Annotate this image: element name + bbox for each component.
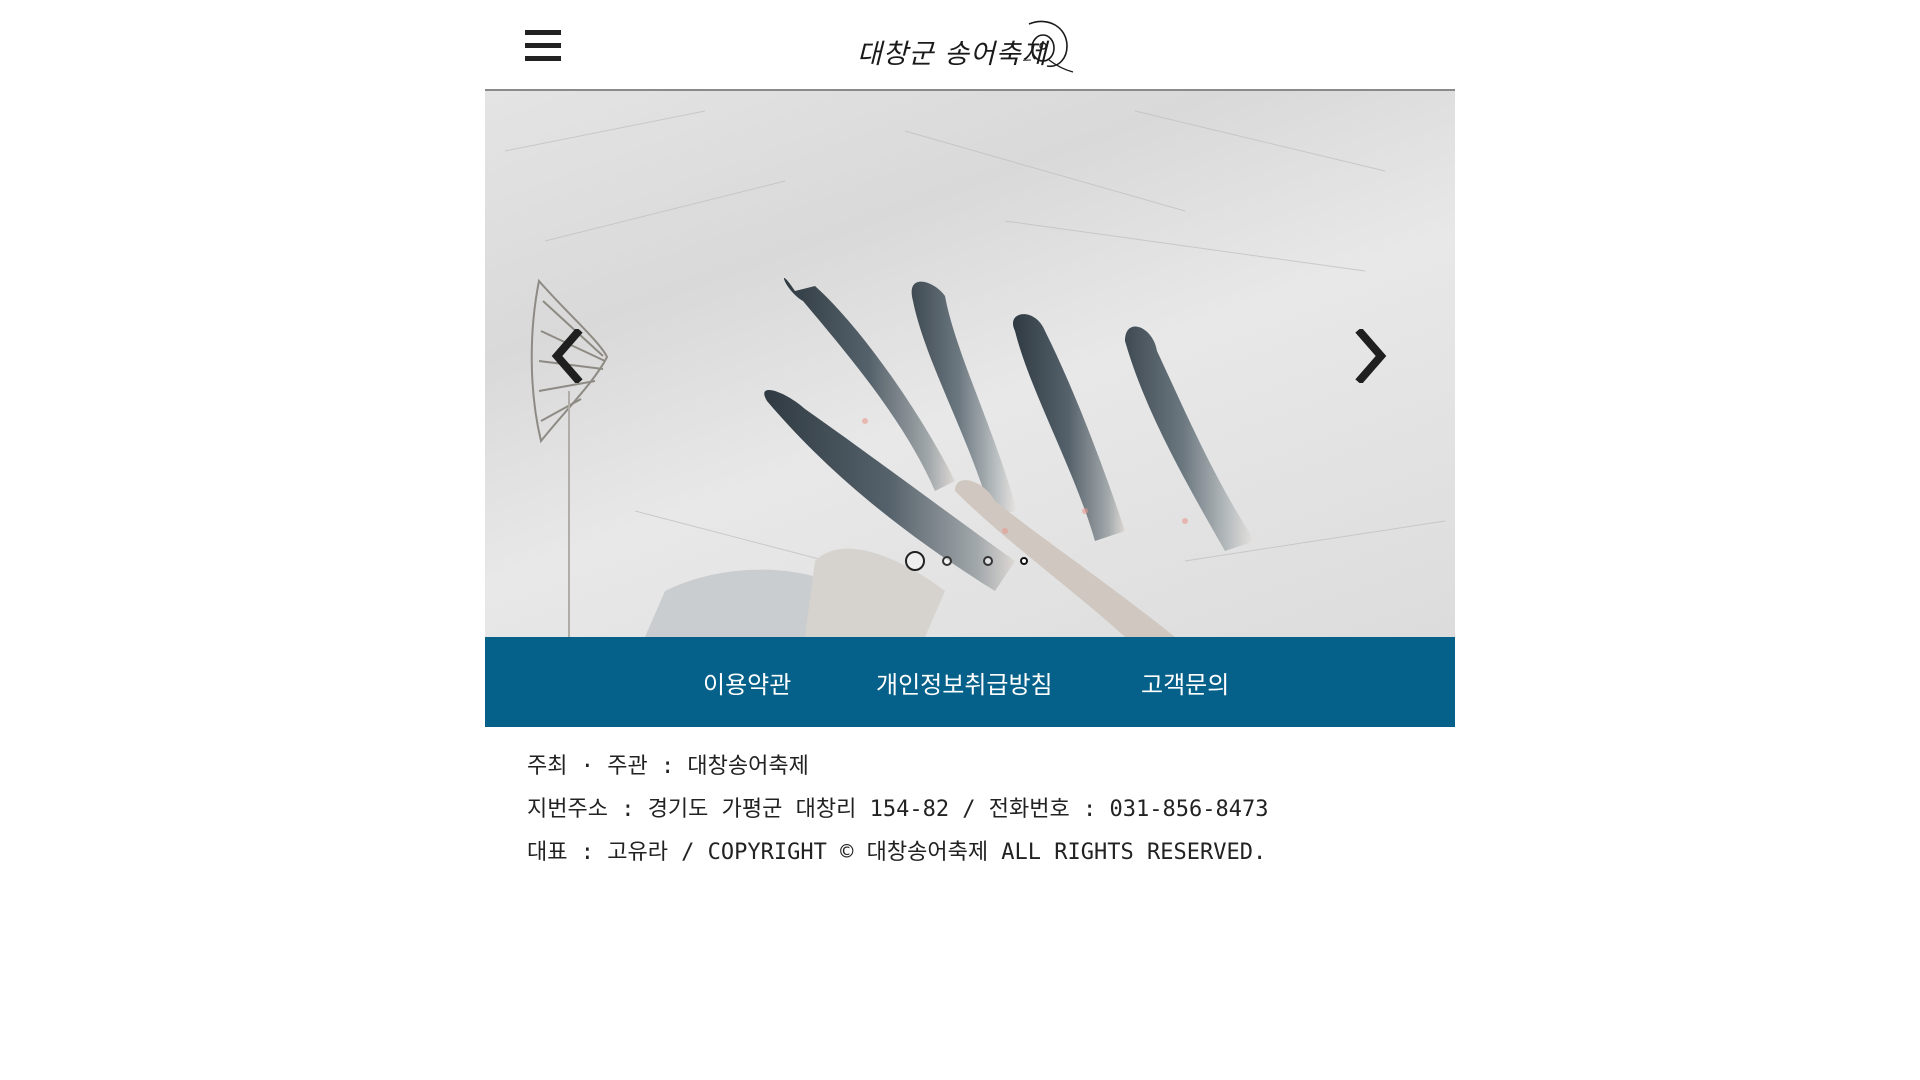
organizer-line: 주최 · 주관 : 대창송어축제 xyxy=(527,754,809,779)
slider-dot-2[interactable] xyxy=(942,556,952,566)
copyright-line: 대표 : 고유라 / COPYRIGHT © 대창송어축제 ALL RIGHTS… xyxy=(527,840,1267,865)
address-phone-line: 지번주소 : 경기도 가평군 대창리 154-82 / 전화번호 : 031-8… xyxy=(527,797,1269,822)
site-logo[interactable]: 대창군 송어축제 xyxy=(853,14,1093,76)
slider-dot-1[interactable] xyxy=(905,551,925,571)
chevron-right-icon[interactable] xyxy=(1351,329,1391,383)
logo-text: 대창군 송어축제 xyxy=(857,39,1048,70)
footer-info: 주최 · 주관 : 대창송어축제 지번주소 : 경기도 가평군 대창리 154-… xyxy=(527,745,1427,874)
customer-inquiry-link[interactable]: 고객문의 xyxy=(1141,665,1229,700)
slider-pagination xyxy=(905,549,1065,573)
terms-link[interactable]: 이용약관 xyxy=(703,665,791,700)
privacy-policy-link[interactable]: 개인정보취급방침 xyxy=(876,665,1053,700)
site-header: 대창군 송어축제 xyxy=(485,0,1455,91)
slider-dot-3[interactable] xyxy=(983,556,993,566)
page: 대창군 송어축제 이용약관 개인정보취급방침 고객문의 주최 · 주관: 대창… xyxy=(485,0,1455,1080)
chevron-left-icon[interactable] xyxy=(547,329,587,383)
footer-nav: 이용약관 개인정보취급방침 고객문의 xyxy=(485,637,1455,727)
hero-slider[interactable] xyxy=(485,91,1455,637)
hamburger-menu-icon[interactable] xyxy=(525,30,561,62)
trout-fish xyxy=(645,278,1255,637)
fish-emblem-icon xyxy=(1023,20,1074,73)
slider-dot-4[interactable] xyxy=(1020,557,1028,565)
